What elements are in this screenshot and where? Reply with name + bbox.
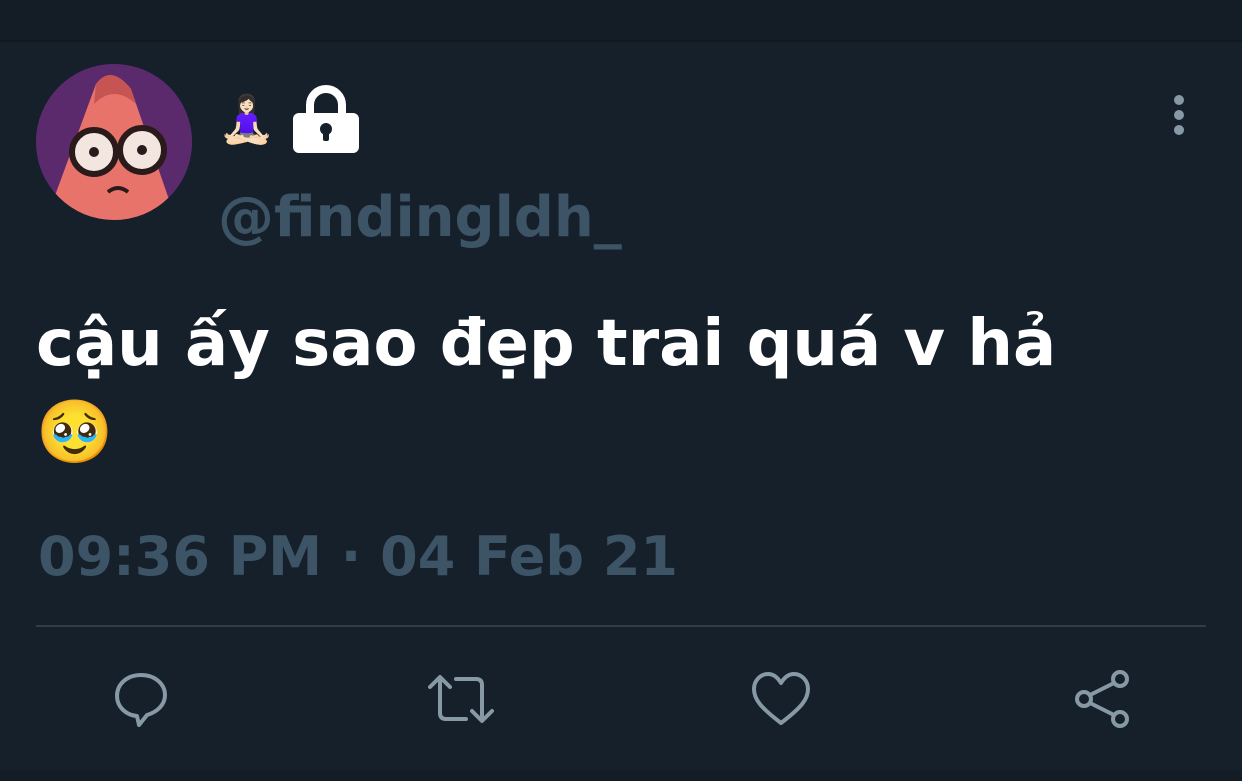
display-name-emoji: 🧘🏻‍♀️ xyxy=(218,92,276,146)
lock-icon xyxy=(293,85,360,153)
share-button[interactable] xyxy=(1066,664,1136,734)
tweet-text: cậu ấy sao đẹp trai quá v hả xyxy=(36,307,1057,381)
display-name-row[interactable]: 🧘🏻‍♀️ xyxy=(218,84,360,154)
reply-button[interactable] xyxy=(106,664,176,734)
avatar-cartoon-icon xyxy=(36,64,192,220)
retweet-button[interactable] xyxy=(426,664,496,734)
reply-icon xyxy=(115,673,167,727)
heart-icon xyxy=(752,672,810,725)
share-icon xyxy=(1075,670,1129,728)
avatar[interactable] xyxy=(36,64,192,220)
user-handle[interactable]: @findingldh_ xyxy=(218,190,622,246)
retweet-icon xyxy=(428,675,494,723)
like-button[interactable] xyxy=(746,664,816,734)
bottom-bar xyxy=(0,770,1242,781)
tweet-emoji: 🥹 xyxy=(36,395,114,468)
tweet-timestamp[interactable]: 09:36 PM · 04 Feb 21 xyxy=(38,530,678,584)
tweet-body: cậu ấy sao đẹp trai quá v hả 🥹 xyxy=(36,300,1196,476)
top-bar xyxy=(0,0,1242,42)
divider xyxy=(36,625,1206,627)
more-options-icon[interactable] xyxy=(1166,94,1192,138)
